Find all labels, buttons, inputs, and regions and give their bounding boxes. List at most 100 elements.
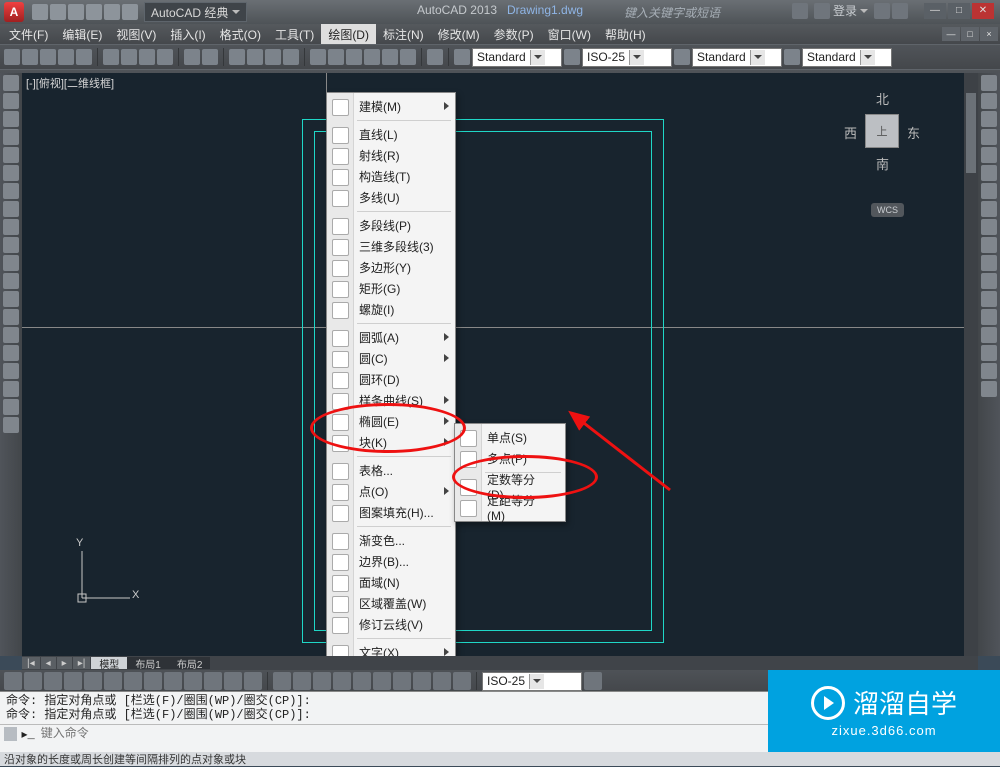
menu-item[interactable]: 圆环(D) — [327, 369, 455, 390]
tab-layout1[interactable]: 布局1 — [127, 657, 169, 669]
designcenter-icon[interactable] — [328, 49, 344, 65]
blend-icon[interactable] — [981, 345, 997, 361]
search-icon[interactable] — [792, 3, 808, 19]
extend-icon[interactable] — [981, 255, 997, 271]
tab-first-button[interactable]: |◂ — [22, 657, 40, 669]
dim-arc-icon[interactable] — [313, 672, 331, 690]
viewcube-top-face[interactable]: 上 — [865, 114, 899, 148]
menu-item[interactable]: 渐变色... — [327, 530, 455, 551]
ellipse-icon[interactable] — [3, 237, 19, 253]
qat-print-icon[interactable] — [122, 4, 138, 20]
scrollbar-thumb[interactable] — [966, 93, 976, 173]
menu-item[interactable]: 多线(U) — [327, 187, 455, 208]
help-icon[interactable] — [892, 3, 908, 19]
tab-model[interactable]: 模型 — [91, 657, 127, 669]
menu-item[interactable]: 矩形(G) — [327, 278, 455, 299]
join-icon[interactable] — [981, 291, 997, 307]
xline-icon[interactable] — [3, 93, 19, 109]
qat-open-icon[interactable] — [50, 4, 66, 20]
cut-icon[interactable] — [103, 49, 119, 65]
tab-prev-button[interactable]: ◂ — [41, 657, 56, 669]
erase-icon[interactable] — [981, 75, 997, 91]
scale-icon[interactable] — [981, 201, 997, 217]
doc-restore-button[interactable]: □ — [961, 27, 979, 41]
qat-redo-icon[interactable] — [104, 4, 120, 20]
menu-item[interactable]: 表格... — [327, 460, 455, 481]
menu-format[interactable]: 格式(O) — [213, 24, 268, 44]
menu-item[interactable]: 构造线(T) — [327, 166, 455, 187]
break-icon[interactable] — [981, 273, 997, 289]
menu-modify[interactable]: 修改(M) — [431, 24, 487, 44]
textstyle-icon[interactable] — [454, 49, 470, 65]
menu-item[interactable]: 射线(R) — [327, 145, 455, 166]
zoom-icon[interactable] — [247, 49, 263, 65]
dyn-icon[interactable] — [164, 672, 182, 690]
submenu-item[interactable]: 多点(P) — [455, 448, 565, 469]
dimstyle-combo[interactable]: ISO-25 — [582, 48, 672, 67]
region-icon[interactable] — [3, 363, 19, 379]
rotate-icon[interactable] — [981, 183, 997, 199]
help2-icon[interactable] — [427, 49, 443, 65]
sheetset-icon[interactable] — [364, 49, 380, 65]
signin-button[interactable]: 登录 — [814, 2, 868, 19]
chamfer-icon[interactable] — [981, 309, 997, 325]
dim-ang-icon[interactable] — [393, 672, 411, 690]
menu-view[interactable]: 视图(V) — [109, 24, 163, 44]
redo-icon[interactable] — [202, 49, 218, 65]
tpy-icon[interactable] — [204, 672, 222, 690]
sc-icon[interactable] — [244, 672, 262, 690]
menu-draw[interactable]: 绘图(D) — [321, 24, 376, 44]
dim-diam-icon[interactable] — [373, 672, 391, 690]
zoomwin-icon[interactable] — [265, 49, 281, 65]
menu-item[interactable]: 三维多段线(3) — [327, 236, 455, 257]
minimize-button[interactable]: — — [924, 3, 946, 19]
menu-item[interactable]: 多段线(P) — [327, 215, 455, 236]
qat-new-icon[interactable] — [32, 4, 48, 20]
undo-icon[interactable] — [184, 49, 200, 65]
dim-update-icon[interactable] — [584, 672, 602, 690]
ortho-icon[interactable] — [44, 672, 62, 690]
table-icon[interactable] — [3, 381, 19, 397]
insertblock-icon[interactable] — [3, 273, 19, 289]
menu-item[interactable]: 区域覆盖(W) — [327, 593, 455, 614]
print-icon[interactable] — [58, 49, 74, 65]
paste-icon[interactable] — [139, 49, 155, 65]
explode-icon[interactable] — [981, 363, 997, 379]
dim-cont-icon[interactable] — [453, 672, 471, 690]
snap-icon[interactable] — [4, 672, 22, 690]
submenu-item[interactable]: 单点(S) — [455, 427, 565, 448]
tab-layout2[interactable]: 布局2 — [169, 657, 211, 669]
gradient-icon[interactable] — [3, 345, 19, 361]
menu-item[interactable]: 圆(C) — [327, 348, 455, 369]
menu-item[interactable]: 面域(N) — [327, 572, 455, 593]
tablestyle-icon[interactable] — [674, 49, 690, 65]
close-button[interactable]: ✕ — [972, 3, 994, 19]
viewcube-west[interactable]: 西 — [844, 123, 857, 142]
copy-icon[interactable] — [121, 49, 137, 65]
qat-undo-icon[interactable] — [86, 4, 102, 20]
menu-parametric[interactable]: 参数(P) — [487, 24, 541, 44]
copy2-icon[interactable] — [981, 93, 997, 109]
rectangle-icon[interactable] — [3, 147, 19, 163]
menu-item[interactable]: 边界(B)... — [327, 551, 455, 572]
doc-minimize-button[interactable]: — — [942, 27, 960, 41]
fillet-icon[interactable] — [981, 327, 997, 343]
qat-save-icon[interactable] — [68, 4, 84, 20]
menu-dimension[interactable]: 标注(N) — [376, 24, 431, 44]
tab-next-button[interactable]: ▸ — [57, 657, 72, 669]
dimstyle-status-combo[interactable]: ISO-25 — [482, 672, 582, 691]
dim-radius-icon[interactable] — [353, 672, 371, 690]
menu-item[interactable]: 建模(M) — [327, 96, 455, 117]
menu-item[interactable]: 圆弧(A) — [327, 327, 455, 348]
drawing-viewport[interactable]: [-][俯视][二维线框] X Y 上 北 南 东 西 WCS — [22, 73, 978, 656]
polygon-icon[interactable] — [3, 129, 19, 145]
viewcube-north[interactable]: 北 — [876, 89, 889, 108]
menu-item[interactable]: 直线(L) — [327, 124, 455, 145]
menu-window[interactable]: 窗口(W) — [541, 24, 598, 44]
osnap3d-icon[interactable] — [104, 672, 122, 690]
mlstyle-icon[interactable] — [784, 49, 800, 65]
menu-item[interactable]: 样条曲线(S) — [327, 390, 455, 411]
dim-qdim-icon[interactable] — [413, 672, 431, 690]
mlstyle-combo[interactable]: Standard — [802, 48, 892, 67]
menu-tools[interactable]: 工具(T) — [268, 24, 321, 44]
